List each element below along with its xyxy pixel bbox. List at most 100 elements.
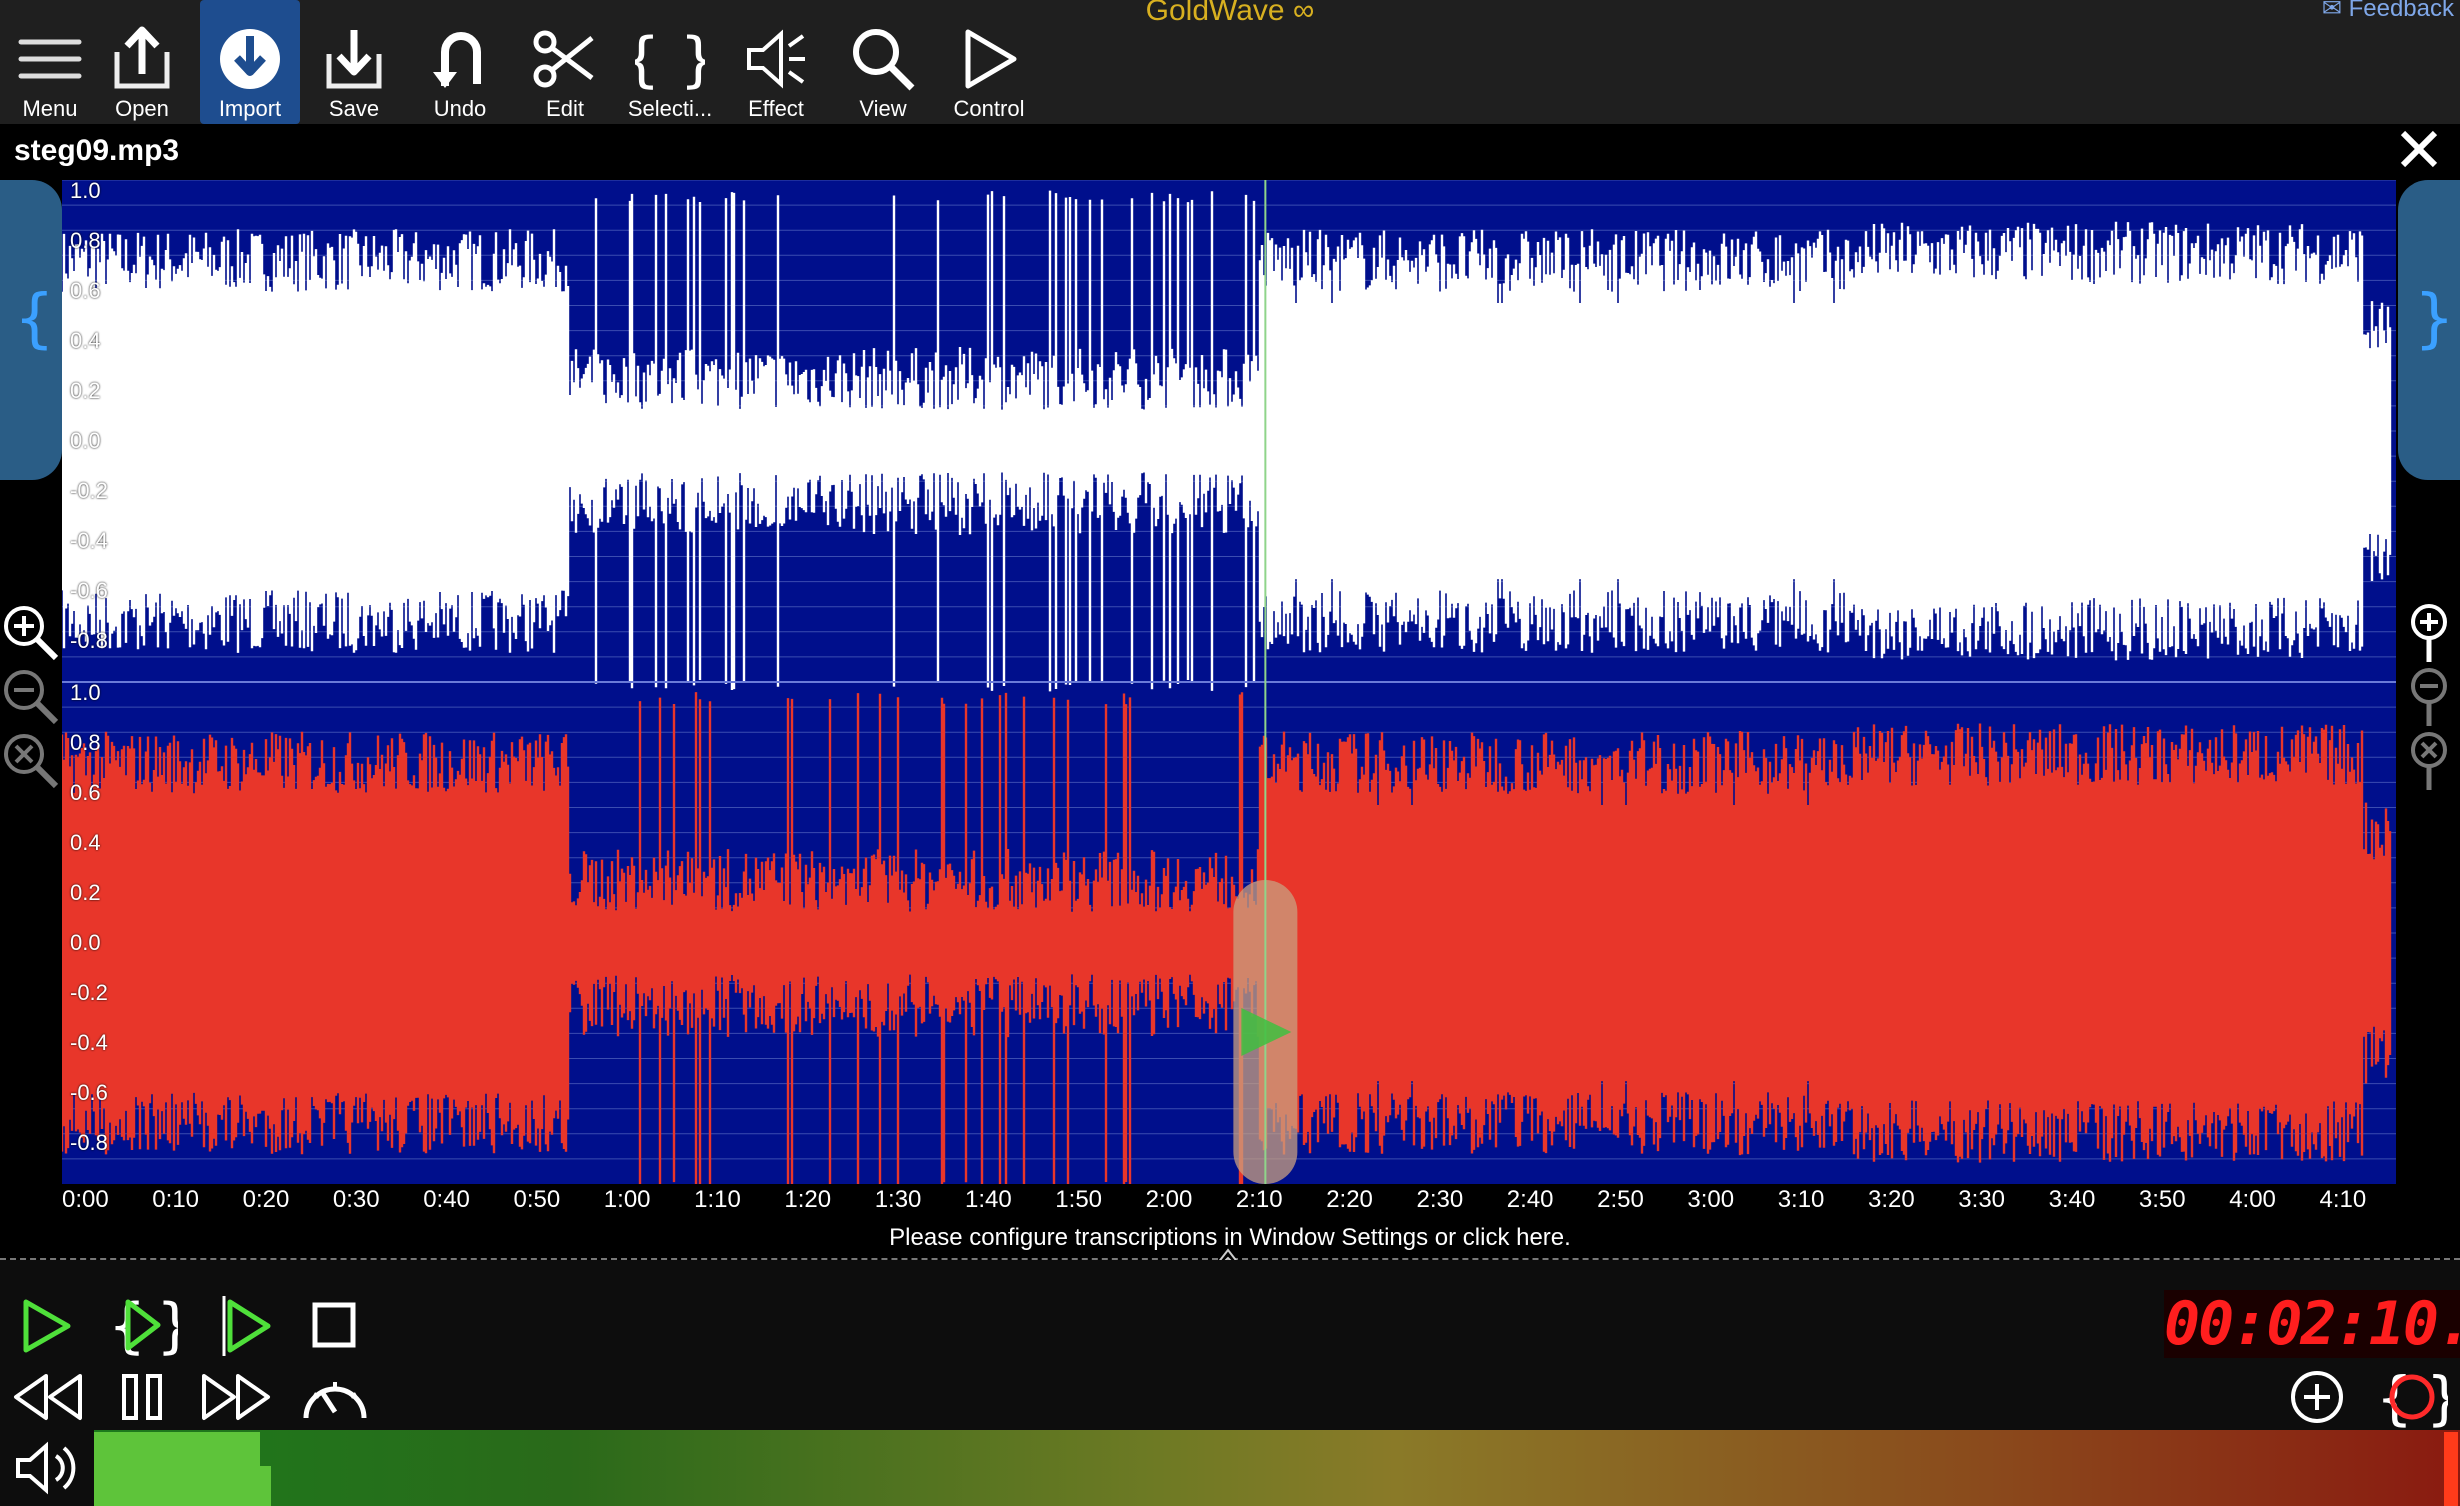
vertical-zoom-reset-icon[interactable]: [2404, 728, 2454, 792]
time-tick-label: 3:50: [2138, 1186, 2186, 1213]
time-tick-label: 1:30: [874, 1186, 922, 1213]
save-button[interactable]: Save: [304, 0, 404, 124]
time-tick-label: 2:10: [1235, 1186, 1283, 1213]
play-outline-icon: [965, 29, 1017, 89]
import-button[interactable]: Import: [200, 0, 300, 124]
feedback-link[interactable]: ✉ Feedback: [2322, 0, 2454, 23]
right-brace: }: [2414, 282, 2455, 356]
amplitude-label: 0.6: [70, 780, 101, 805]
open-label: Open: [115, 96, 169, 121]
time-tick-label: 4:00: [2229, 1186, 2276, 1213]
amplitude-label: 0.4: [70, 328, 101, 353]
zoom-in-icon[interactable]: [0, 602, 60, 662]
amplitude-label: 0.0: [70, 428, 101, 453]
amplitude-label: -0.6: [70, 1080, 108, 1105]
svg-text:{ }: { }: [635, 25, 705, 94]
undo-label: Undo: [433, 96, 487, 121]
open-button[interactable]: Open: [92, 0, 192, 124]
zoom-reset-icon[interactable]: [0, 730, 60, 790]
control-button[interactable]: Control: [939, 0, 1039, 124]
amplitude-label: 0.0: [70, 930, 101, 955]
amplitude-label: 0.6: [70, 278, 101, 303]
time-tick-label: 2:20: [1326, 1186, 1373, 1213]
amplitude-label: -0.6: [70, 578, 108, 603]
amplitude-label: 1.0: [70, 178, 101, 203]
time-tick-label: 0:40: [423, 1186, 470, 1213]
time-tick-label: 3:40: [2048, 1186, 2096, 1213]
play-selection-icon[interactable]: {}: [106, 1290, 178, 1360]
vertical-zoom-in-icon[interactable]: [2404, 600, 2454, 664]
edit-button[interactable]: Edit: [515, 0, 615, 124]
amplitude-label: 0.8: [70, 228, 101, 253]
time-tick-label: 2:40: [1506, 1186, 1554, 1213]
time-tick-label: 1:10: [694, 1186, 741, 1213]
time-tick-label: 2:00: [1145, 1186, 1193, 1213]
play-from-cursor-icon[interactable]: [214, 1294, 274, 1358]
menu-icon: [18, 39, 82, 79]
volume-icon[interactable]: [12, 1440, 82, 1496]
braces-icon: { }: [635, 25, 705, 94]
selection-end-handle[interactable]: }: [2398, 180, 2460, 480]
time-display: 00:02:10.7: [2164, 1290, 2460, 1358]
fast-forward-icon[interactable]: [200, 1370, 274, 1424]
amplitude-label: 0.2: [70, 378, 101, 403]
amplitude-label: -0.8: [70, 628, 108, 653]
undo-icon: [433, 32, 481, 88]
effect-button[interactable]: Effect: [726, 0, 826, 124]
save-icon: [326, 30, 382, 89]
control-label: Control: [953, 96, 1025, 121]
time-tick-label: 0:00: [62, 1186, 109, 1213]
rewind-icon[interactable]: [10, 1370, 84, 1424]
time-tick-label: 1:20: [784, 1186, 832, 1213]
waveform-display[interactable]: [62, 180, 2396, 1184]
play-icon[interactable]: [18, 1296, 74, 1356]
amplitude-label: 1.0: [70, 680, 101, 705]
file-name[interactable]: steg09.mp3: [14, 134, 179, 168]
time-tick-label: 2:50: [1597, 1186, 1644, 1213]
speaker-icon: [747, 29, 805, 89]
stop-icon[interactable]: [310, 1300, 358, 1350]
time-tick-label: 0:30: [332, 1186, 380, 1213]
time-tick-label: 1:00: [603, 1186, 651, 1213]
selection-label: Selecti...: [627, 96, 713, 121]
level-meter-left-fill: [94, 1432, 260, 1466]
selection-start-handle[interactable]: {: [0, 180, 62, 480]
time-tick-label: 0:50: [513, 1186, 561, 1213]
selection-button[interactable]: { } Selecti...: [620, 0, 720, 124]
zoom-out-icon[interactable]: [0, 666, 60, 726]
time-tick-label: 0:20: [242, 1186, 290, 1213]
svg-text:}: }: [2426, 1364, 2448, 1430]
undo-button[interactable]: Undo: [410, 0, 510, 124]
pause-icon[interactable]: [118, 1370, 166, 1424]
amplitude-label: -0.8: [70, 1130, 108, 1155]
time-tick-label: 3:00: [1687, 1186, 1735, 1213]
import-label: Import: [218, 96, 282, 121]
close-icon[interactable]: [2398, 128, 2440, 170]
record-icon[interactable]: {}: [2376, 1364, 2448, 1430]
effect-label: Effect: [748, 96, 804, 121]
speed-icon[interactable]: [300, 1368, 370, 1426]
amplitude-label: -0.4: [70, 1030, 108, 1055]
time-tick-label: 4:10: [2319, 1186, 2367, 1213]
open-icon: [114, 26, 170, 89]
magnifier-icon: [853, 29, 915, 91]
time-tick-label: 3:30: [1958, 1186, 2006, 1213]
file-tab-bar: [0, 124, 2460, 180]
time-tick-label: 3:20: [1868, 1186, 1915, 1213]
level-meter: [94, 1430, 2460, 1506]
level-meter-right-fill: [94, 1466, 272, 1506]
view-button[interactable]: View: [833, 0, 933, 124]
left-brace: {: [14, 282, 55, 356]
time-tick-label: 0:10: [152, 1186, 200, 1213]
time-tick-label: 2:30: [1416, 1186, 1464, 1213]
scissors-icon: [533, 30, 594, 88]
edit-label: Edit: [546, 96, 584, 121]
level-meter-peak: [2444, 1432, 2458, 1506]
amplitude-label: 0.4: [70, 830, 101, 855]
vertical-zoom-out-icon[interactable]: [2404, 664, 2454, 728]
amplitude-label: -0.2: [70, 478, 108, 503]
add-marker-icon[interactable]: [2288, 1368, 2346, 1426]
time-tick-label: 3:10: [1777, 1186, 1825, 1213]
amplitude-label: -0.2: [70, 980, 108, 1005]
view-label: View: [859, 96, 907, 121]
